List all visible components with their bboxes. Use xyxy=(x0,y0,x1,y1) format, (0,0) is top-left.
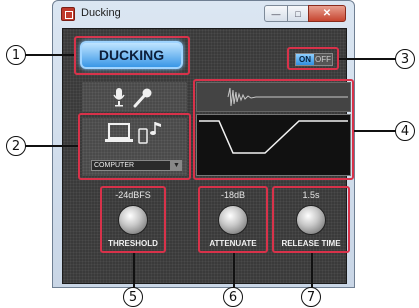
threshold-label: THRESHOLD xyxy=(108,239,158,248)
callout-line-4 xyxy=(354,130,397,132)
attenuate-label: ATTENUATE xyxy=(209,239,257,248)
minimize-button[interactable]: — xyxy=(264,5,288,22)
maximize-button[interactable]: □ xyxy=(287,5,309,22)
threshold-knob[interactable] xyxy=(118,205,148,235)
threshold-value: -24dBFS xyxy=(115,190,151,200)
microphone-icon xyxy=(113,88,152,108)
callout-line-3 xyxy=(339,58,397,60)
chevron-down-icon[interactable]: ▼ xyxy=(171,160,182,171)
callout-line-7 xyxy=(311,253,313,289)
computer-icon xyxy=(105,122,161,144)
callout-2: 2 xyxy=(6,136,26,156)
toggle-on[interactable]: ON xyxy=(296,54,314,65)
callout-line-2 xyxy=(24,145,78,147)
attenuate-knob[interactable] xyxy=(218,205,248,235)
app-icon xyxy=(61,7,75,21)
callout-6: 6 xyxy=(223,287,243,307)
on-off-toggle[interactable]: ON OFF xyxy=(295,53,333,66)
ducking-button[interactable]: DUCKING xyxy=(80,41,183,69)
callout-7: 7 xyxy=(301,287,321,307)
callout-3: 3 xyxy=(395,49,415,69)
ducking-envelope-icon xyxy=(199,120,348,154)
callout-5: 5 xyxy=(123,287,143,307)
callout-4: 4 xyxy=(395,121,415,141)
release-time-value: 1.5s xyxy=(302,190,320,200)
release-time-knob[interactable] xyxy=(296,205,326,235)
callout-line-6 xyxy=(233,253,235,289)
attenuate-value: -18dB xyxy=(220,190,246,200)
waveform-icon xyxy=(227,87,348,107)
callout-line-5 xyxy=(133,253,135,289)
toggle-off[interactable]: OFF xyxy=(314,54,332,65)
close-button[interactable]: ✕ xyxy=(308,5,346,22)
window-title: Ducking xyxy=(81,7,121,19)
source-select[interactable]: COMPUTER xyxy=(91,160,171,171)
release-time-label: RELEASE TIME xyxy=(281,239,341,248)
callout-1: 1 xyxy=(6,45,26,65)
callout-line-1 xyxy=(24,54,74,56)
